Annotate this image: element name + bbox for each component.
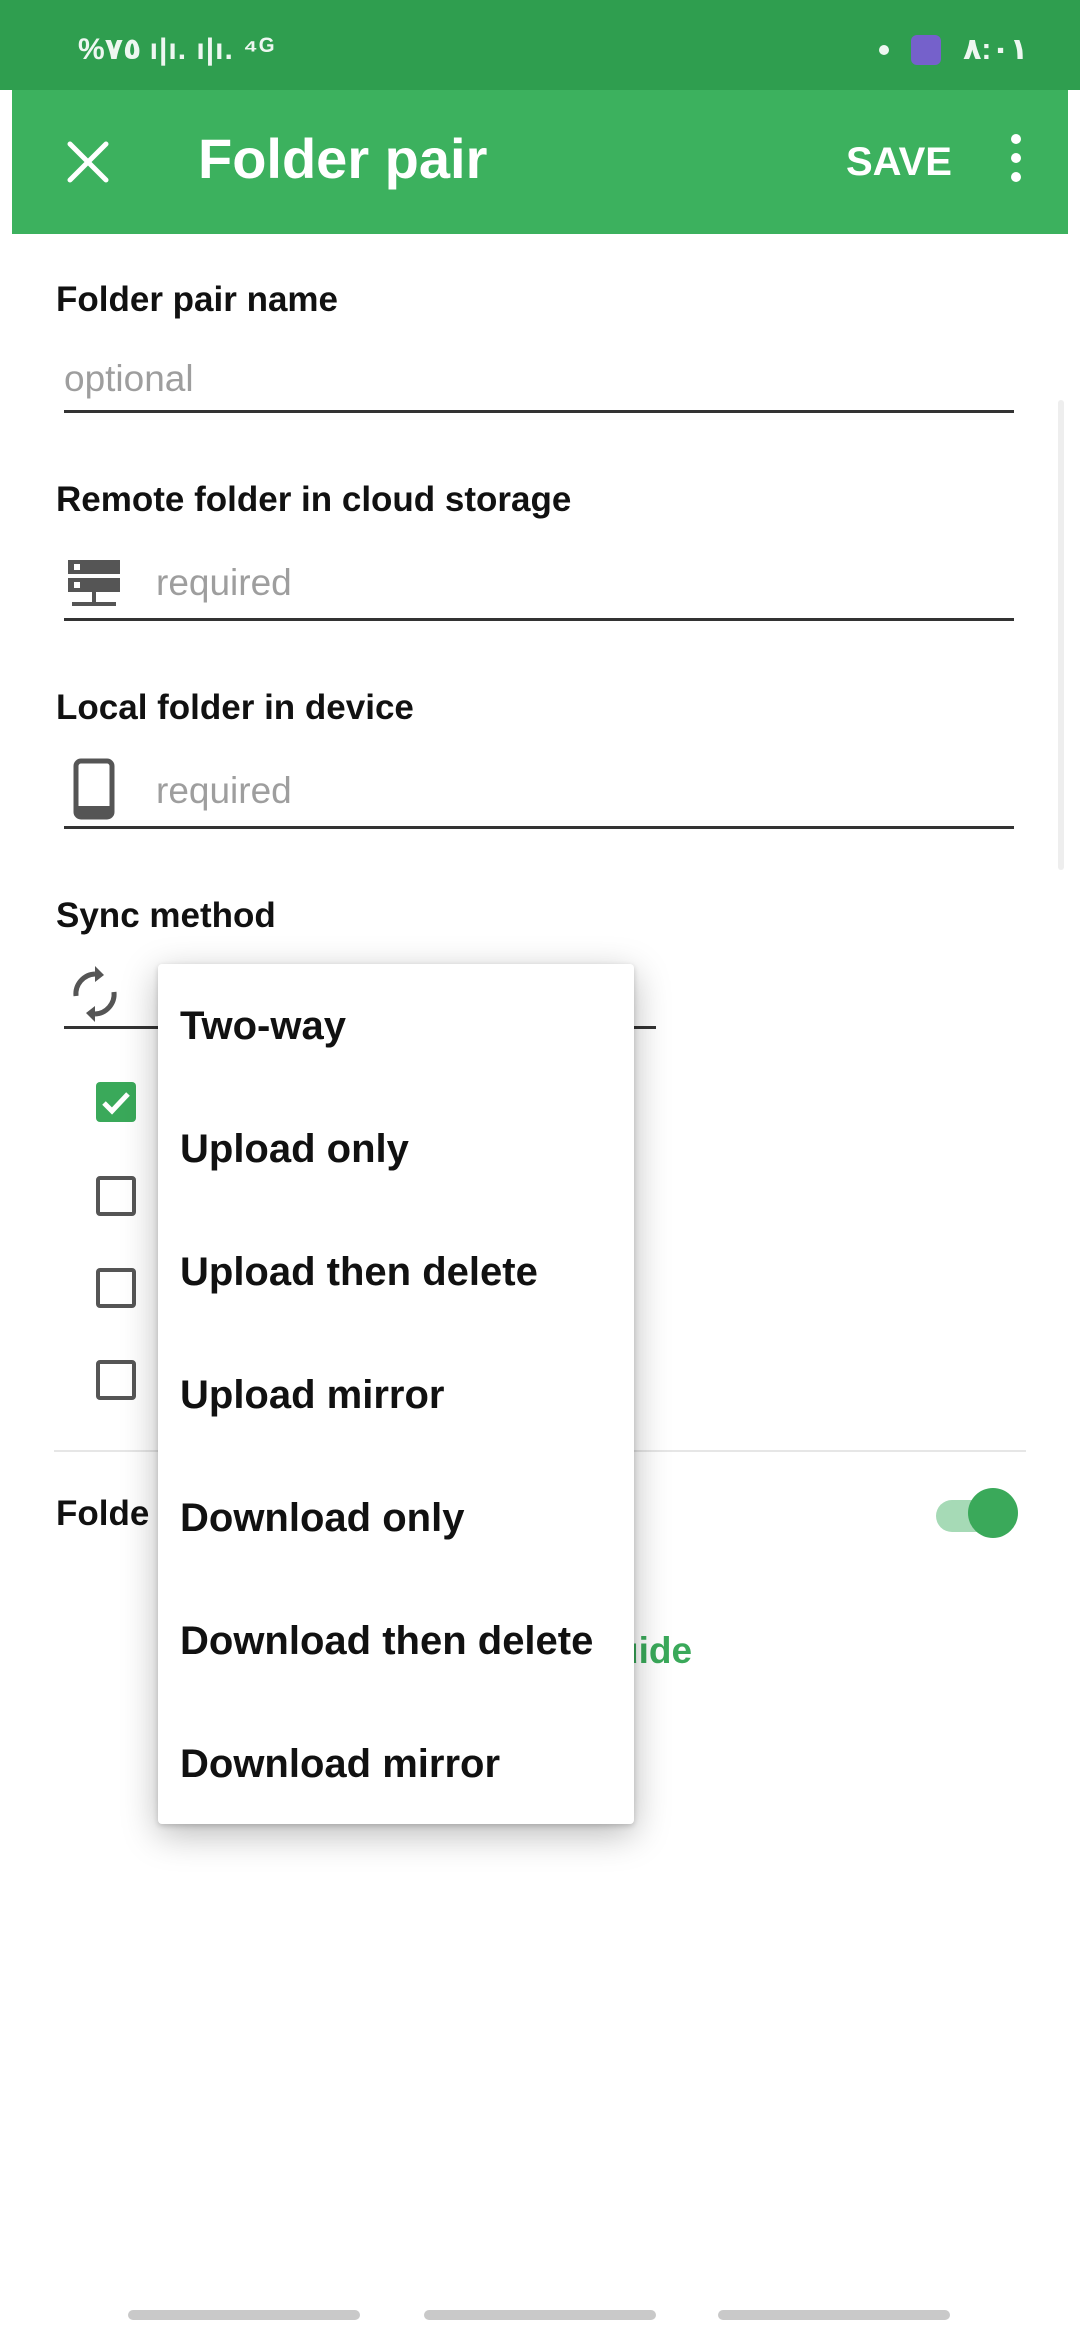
close-button[interactable]: [60, 134, 116, 190]
folder-pair-name-input[interactable]: optional: [64, 350, 1014, 413]
folder-pair-name-label: Folder pair name: [56, 280, 339, 319]
local-folder-input[interactable]: required: [64, 762, 1014, 829]
close-icon: [67, 141, 109, 183]
app-notification-icon: [911, 34, 942, 65]
status-right: ٨:٠١: [879, 32, 1028, 67]
app-bar: Folder pair SAVE: [12, 90, 1068, 234]
save-button[interactable]: SAVE: [846, 140, 952, 185]
option-checkbox-2[interactable]: [96, 1176, 136, 1216]
more-vert-icon: [1004, 134, 1028, 182]
dropdown-item-upload-then-delete[interactable]: Upload then delete: [180, 1250, 538, 1295]
nav-pill-left[interactable]: [128, 2310, 360, 2320]
notification-dot-icon: [879, 44, 890, 55]
remote-folder-placeholder: required: [156, 562, 292, 603]
more-options-button[interactable]: [1004, 134, 1028, 190]
scrollbar[interactable]: [1058, 400, 1064, 870]
sync-method-label: Sync method: [56, 896, 276, 935]
option-checkbox-4[interactable]: [96, 1360, 136, 1400]
nav-pill-center[interactable]: [424, 2310, 656, 2320]
folder-setting-label: Folde: [56, 1494, 150, 1533]
remote-folder-input[interactable]: required: [64, 554, 1014, 621]
system-nav-bar: [0, 2300, 1080, 2340]
nav-pill-right[interactable]: [718, 2310, 950, 2320]
remote-folder-label: Remote folder in cloud storage: [56, 480, 572, 519]
status-left: %٧٥ ı|ı. ı|ı. ⁴ᴳ: [78, 33, 275, 66]
page-title: Folder pair: [198, 127, 488, 190]
local-folder-placeholder: required: [156, 770, 292, 811]
folder-pair-name-placeholder: optional: [64, 358, 194, 399]
dropdown-item-two-way[interactable]: Two-way: [180, 1004, 346, 1049]
folder-setting-toggle[interactable]: [934, 1488, 1024, 1544]
dropdown-item-download-mirror[interactable]: Download mirror: [180, 1742, 500, 1787]
toggle-knob: [968, 1488, 1018, 1538]
option-checkbox-3[interactable]: [96, 1268, 136, 1308]
dropdown-item-upload-only[interactable]: Upload only: [180, 1127, 409, 1172]
dropdown-item-download-then-delete[interactable]: Download then delete: [180, 1619, 593, 1664]
status-bar: %٧٥ ı|ı. ı|ı. ⁴ᴳ ٨:٠١: [0, 0, 1080, 90]
status-time: ٨:٠١: [963, 33, 1028, 66]
dropdown-item-download-only[interactable]: Download only: [180, 1496, 464, 1541]
check-icon: [102, 1092, 130, 1115]
local-folder-label: Local folder in device: [56, 688, 414, 727]
sync-method-dropdown: Two-way Upload only Upload then delete U…: [158, 964, 634, 1824]
option-checkbox-1[interactable]: [96, 1082, 136, 1122]
dropdown-item-upload-mirror[interactable]: Upload mirror: [180, 1373, 444, 1418]
